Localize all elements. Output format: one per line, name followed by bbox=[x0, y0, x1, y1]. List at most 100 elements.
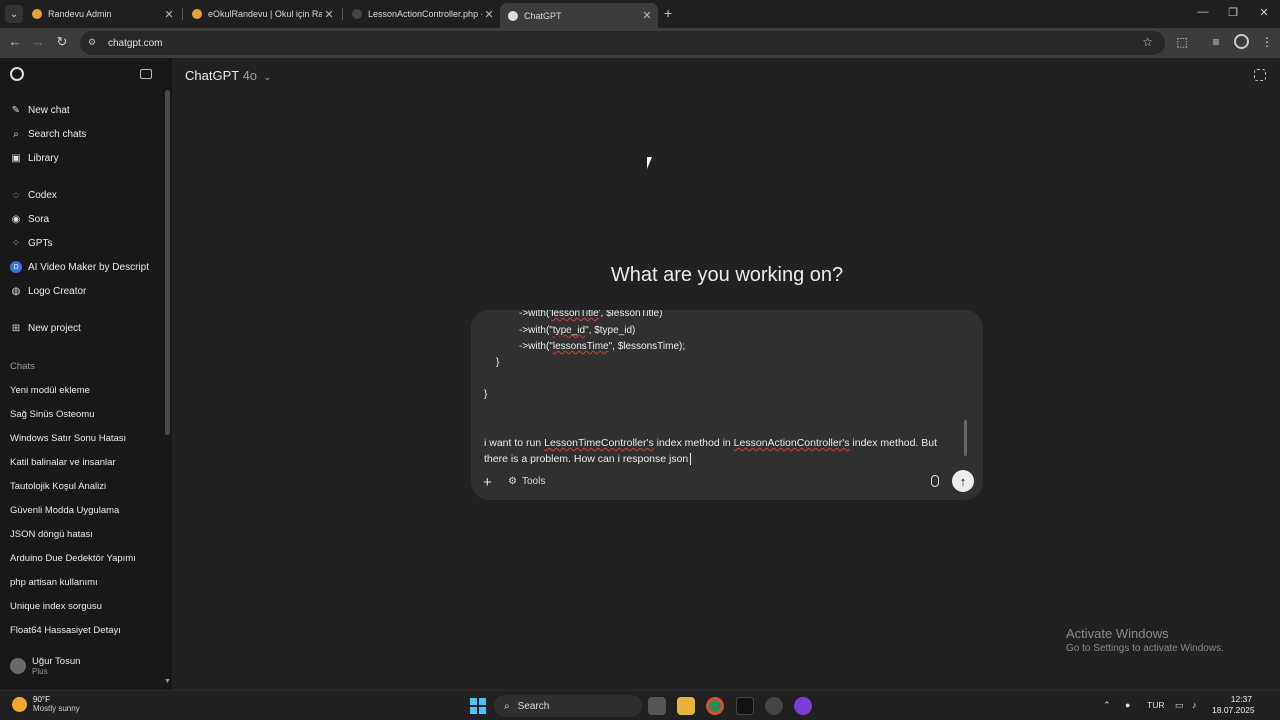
close-tab-icon[interactable]: ✕ bbox=[322, 8, 336, 21]
reload-icon[interactable]: ↻ bbox=[53, 34, 71, 50]
sidebar-item-sora[interactable]: ◉ Sora bbox=[10, 210, 160, 228]
chat-history-item[interactable]: Yeni modül ekleme bbox=[10, 385, 160, 396]
weather-desc: Mostly sunny bbox=[33, 704, 80, 713]
code-text: ", $lessonsTime); bbox=[608, 341, 686, 352]
composer-message-text[interactable]: i want to run LessonTimeController's ind… bbox=[484, 435, 954, 467]
new-tab-icon[interactable]: + bbox=[664, 5, 672, 21]
file-explorer-icon[interactable] bbox=[677, 697, 695, 715]
microphone-tray-icon[interactable]: ● bbox=[1125, 700, 1130, 710]
window-close-icon[interactable]: ✕ bbox=[1255, 6, 1273, 19]
message-text: LessonTimeController's bbox=[544, 437, 654, 449]
address-bar[interactable]: ⚙ chatgpt.com ☆ bbox=[80, 31, 1165, 55]
codex-icon: ◌ bbox=[13, 189, 19, 201]
chrome-icon[interactable] bbox=[706, 697, 724, 715]
sidebar-item-label: Search chats bbox=[28, 128, 87, 140]
terminal-app-icon[interactable] bbox=[736, 697, 754, 715]
microphone-icon[interactable] bbox=[931, 475, 939, 487]
code-text: ', $lessonTitle) bbox=[598, 310, 663, 319]
restore-icon[interactable]: ❐ bbox=[1224, 6, 1242, 19]
code-text: ->with(" bbox=[519, 341, 553, 352]
extensions-icon[interactable]: ⬚ bbox=[1174, 35, 1190, 49]
chrome-menu-icon[interactable]: ⋮ bbox=[1259, 35, 1275, 49]
user-profile[interactable]: Uğur Tosun Plus bbox=[10, 656, 80, 676]
chevron-up-icon[interactable]: ⌃ bbox=[1103, 700, 1111, 711]
sidebar-item-new-chat[interactable]: ✎ New chat bbox=[10, 101, 160, 119]
sidebar-item-logo-creator[interactable]: ◍ Logo Creator bbox=[10, 282, 160, 300]
close-tab-icon[interactable]: ✕ bbox=[640, 9, 654, 22]
sidebar-scrollbar[interactable] bbox=[165, 90, 170, 435]
bookmark-star-icon[interactable]: ☆ bbox=[1142, 35, 1153, 49]
back-icon[interactable]: ← bbox=[6, 34, 24, 49]
sliders-icon: ⚙ bbox=[508, 476, 517, 487]
code-line: } bbox=[484, 389, 488, 400]
sidebar-item-gpts[interactable]: ⁘ GPTs bbox=[10, 234, 160, 252]
close-tab-icon[interactable]: ✕ bbox=[162, 8, 176, 21]
chat-history-item[interactable]: Sağ Sinüs Osteomu bbox=[10, 409, 160, 420]
sidebar-item-label: AI Video Maker by Descript bbox=[28, 261, 149, 273]
attach-plus-button[interactable]: + bbox=[483, 474, 492, 491]
temporary-chat-icon[interactable] bbox=[1254, 69, 1266, 81]
tab-lessonactioncontroller[interactable]: LessonActionController.php - p... ✕ bbox=[344, 3, 500, 25]
task-view-icon[interactable] bbox=[648, 697, 666, 715]
volume-icon[interactable]: ♪ bbox=[1192, 700, 1197, 710]
message-text: i want to run bbox=[484, 437, 545, 449]
chat-history-item[interactable]: Tautolojik Koşul Analizi bbox=[10, 481, 160, 492]
sidebar-item-library[interactable]: ▣ Library bbox=[10, 149, 160, 167]
sidebar-toggle-icon[interactable] bbox=[140, 69, 152, 79]
chat-history-item[interactable]: Windows Satır Sonu Hatası bbox=[10, 433, 160, 444]
code-text: ", $type_id) bbox=[585, 325, 636, 336]
code-text: ->with(' bbox=[519, 310, 552, 319]
composer-scrollbar[interactable] bbox=[964, 420, 967, 456]
chat-history-item[interactable]: Katil balinalar ve insanlar bbox=[10, 457, 160, 468]
chat-history-item[interactable]: JSON döngü hatası bbox=[10, 529, 160, 540]
sidebar-item-codex[interactable]: ◌ Codex bbox=[10, 186, 160, 204]
user-name: Uğur Tosun bbox=[32, 656, 81, 667]
tab-title: ChatGPT bbox=[524, 10, 562, 21]
user-plan: Plus bbox=[32, 667, 48, 676]
tools-button[interactable]: ⚙ Tools bbox=[508, 476, 545, 487]
chat-history-item[interactable]: Unique index sorgusu bbox=[10, 601, 160, 612]
chat-history-item[interactable]: Arduino Due Dedektör Yapımı bbox=[10, 553, 160, 564]
network-icon[interactable]: ▭ bbox=[1175, 700, 1184, 711]
tab-title: eOkulRandevu | Okul için Rand... bbox=[208, 9, 322, 19]
message-composer[interactable]: ->with('lessonTitle', $lessonTitle) ->wi… bbox=[471, 310, 983, 500]
weather-widget[interactable]: 90°F Mostly sunny bbox=[12, 695, 80, 713]
sidebar-item-ai-video-maker[interactable]: D AI Video Maker by Descript bbox=[10, 258, 160, 276]
tab-search-button[interactable]: ⌄ bbox=[5, 5, 23, 23]
media-controls-icon[interactable]: ≡ bbox=[1208, 35, 1224, 49]
tab-chatgpt[interactable]: ChatGPT ✕ bbox=[500, 3, 658, 28]
site-settings-icon[interactable]: ⚙ bbox=[88, 37, 100, 49]
sun-icon bbox=[12, 696, 27, 712]
openai-logo-icon[interactable] bbox=[10, 67, 24, 81]
search-icon: ⌕ bbox=[504, 700, 510, 712]
profile-avatar-icon[interactable] bbox=[1234, 34, 1249, 49]
sidebar-item-new-project[interactable]: ⊞ New project bbox=[10, 319, 160, 337]
sidebar-item-label: Codex bbox=[28, 189, 57, 201]
scroll-down-arrow-icon[interactable]: ▼ bbox=[164, 678, 171, 685]
edit-icon: ✎ bbox=[11, 104, 21, 116]
tab-title: LessonActionController.php - p... bbox=[368, 9, 482, 19]
forward-icon[interactable]: → bbox=[29, 34, 47, 49]
message-text: index method in bbox=[653, 437, 734, 449]
windows-start-icon[interactable] bbox=[470, 698, 486, 714]
chat-history-item[interactable]: Güvenli Modda Uygulama bbox=[10, 505, 160, 516]
minimize-icon[interactable]: — bbox=[1194, 6, 1212, 18]
close-tab-icon[interactable]: ✕ bbox=[482, 8, 496, 21]
taskbar-search-label: Search bbox=[517, 700, 550, 712]
sidebar-item-search-chats[interactable]: ⌕ Search chats bbox=[10, 125, 160, 143]
language-indicator[interactable]: TUR bbox=[1147, 700, 1164, 710]
chat-history-item[interactable]: php artisan kullanımı bbox=[10, 577, 160, 588]
windows-taskbar: 90°F Mostly sunny ⌕ Search ⌃ ● TUR ▭ ♪ 1… bbox=[0, 690, 1280, 720]
message-text: LessonActionController's bbox=[733, 437, 850, 449]
chat-history-item[interactable]: Float64 Hassasiyet Detayı bbox=[10, 625, 160, 636]
github-desktop-icon[interactable] bbox=[794, 697, 812, 715]
system-clock[interactable]: 12:37 18.07.2025 bbox=[1212, 694, 1255, 716]
tab-randevu-admin[interactable]: Randevu Admin ✕ bbox=[24, 3, 180, 25]
url-text: chatgpt.com bbox=[108, 37, 163, 49]
tab-eokulrandevu[interactable]: eOkulRandevu | Okul için Rand... ✕ bbox=[184, 3, 340, 25]
settings-app-icon[interactable] bbox=[765, 697, 783, 715]
tab-divider bbox=[182, 8, 183, 20]
send-button[interactable]: ↑ bbox=[952, 470, 974, 492]
taskbar-search[interactable]: ⌕ Search bbox=[494, 695, 642, 717]
model-selector[interactable]: ChatGPT 4o ⌄ bbox=[185, 68, 271, 83]
